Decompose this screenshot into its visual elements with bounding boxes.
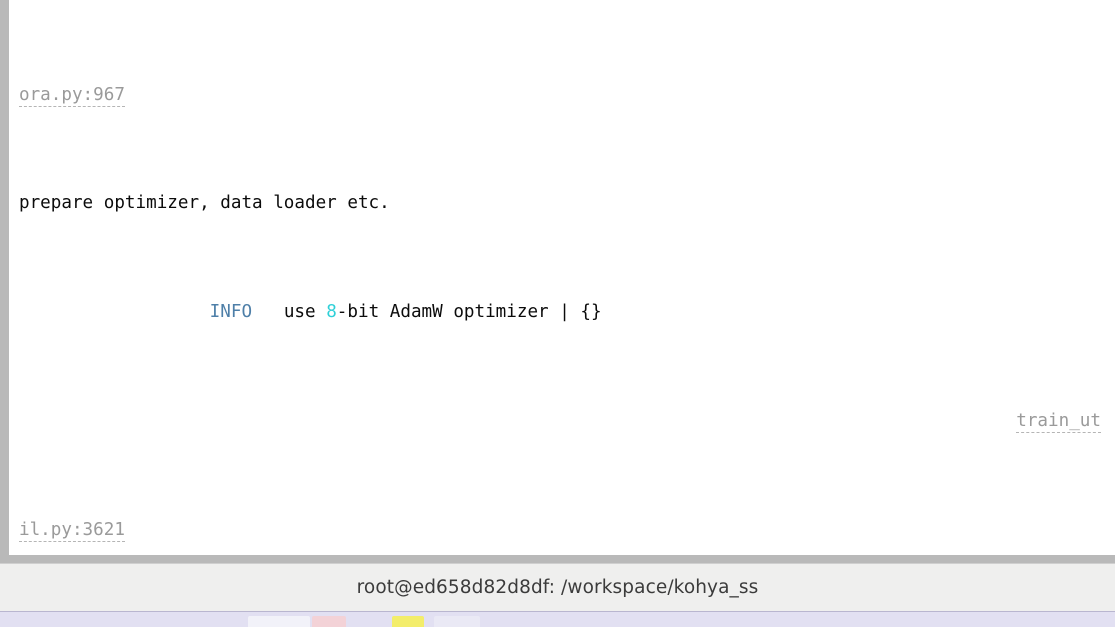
log-indent [19,302,210,322]
taskbar-item-3[interactable] [392,616,424,627]
log-msg-accent-number: 8 [326,302,337,323]
desktop-taskbar[interactable] [0,611,1115,627]
terminal-window[interactable]: ora.py:967 prepare optimizer, data loade… [0,0,1115,563]
source-reference-il-py: il.py:3621 [19,519,125,542]
desktop-screen: ora.py:967 prepare optimizer, data loade… [0,0,1115,627]
window-title: root@ed658d82d8df: /workspace/kohya_ss [356,577,759,598]
source-reference-train-ut: train_ut [1016,411,1101,433]
source-reference-ora-py: ora.py:967 [19,84,125,107]
taskbar-item-4[interactable] [434,616,480,627]
log-source-ref-train-ut-line: train_ut [19,408,1109,435]
taskbar-item-1[interactable] [248,616,310,627]
terminal-output[interactable]: ora.py:967 prepare optimizer, data loade… [9,0,1115,555]
log-msg-prefix: use [252,302,327,323]
log-source-ref-il-py-line: il.py:3621 [19,517,1109,544]
log-line-prepare: prepare optimizer, data loader etc. [19,193,390,214]
log-msg-suffix: -bit AdamW optimizer | {} [336,302,602,323]
window-statusbar: root@ed658d82d8df: /workspace/kohya_ss [0,563,1115,611]
log-line-optimizer: INFO use 8-bit AdamW optimizer | {} [19,299,1109,326]
taskbar-item-2[interactable] [312,616,346,627]
log-source-ref-line: ora.py:967 [19,82,1109,109]
log-level-info: INFO [209,302,253,323]
